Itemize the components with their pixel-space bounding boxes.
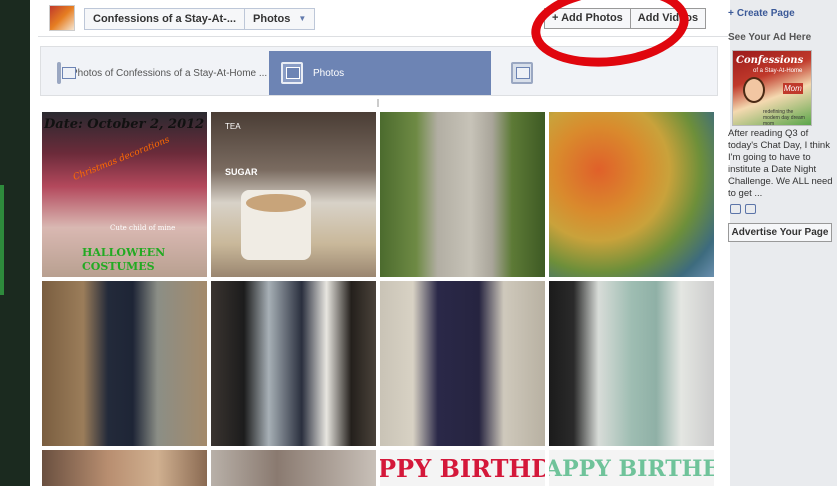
chevron-down-icon[interactable]: ▼ (298, 9, 314, 29)
photo-thumbnail[interactable]: Date: October 2, 2012 Christmas decorati… (42, 112, 207, 277)
photo-thumbnail[interactable]: SUGAR TEA (211, 112, 376, 277)
like-icon[interactable] (730, 204, 741, 214)
ad-image[interactable]: Confessions of a Stay-At-Home Mom redefi… (732, 50, 812, 126)
advertise-your-page-button[interactable]: Advertise Your Page (728, 223, 832, 242)
photo-thumbnail[interactable] (211, 281, 376, 446)
ad-image-subtitle: of a Stay-At-Home (753, 68, 803, 74)
tab-photos[interactable]: Photos (269, 51, 491, 95)
photo-annotation: Cute child of mine (110, 224, 176, 232)
plus-icon: + (728, 8, 734, 19)
ad-image-title: Confessions (736, 55, 804, 66)
photo-thumbnail[interactable] (549, 281, 714, 446)
comment-icon[interactable] (745, 204, 756, 214)
photo-thumbnail[interactable]: PPY BIRTHD (380, 450, 545, 486)
breadcrumb: Confessions of a Stay-At-... Photos ▼ (84, 8, 316, 30)
ad-image-tagline: redefining the modern day dream mom (763, 109, 805, 126)
photo-caption: PPY BIRTHD (380, 454, 545, 483)
tab-label: Photos (313, 67, 345, 79)
ad-image-mom: Mom (783, 83, 803, 94)
breadcrumb-page-title[interactable]: Confessions of a Stay-At-... (85, 9, 246, 29)
photo-thumbnail[interactable] (42, 281, 207, 446)
coffee-shape (246, 194, 306, 212)
tab-photos-of-page[interactable]: Photos of Confessions of a Stay-At-Home … (45, 51, 267, 95)
create-page-label: Create Page (736, 8, 795, 19)
photo-grid: Date: October 2, 2012 Christmas decorati… (42, 112, 716, 486)
photo-thumbnail[interactable] (380, 112, 545, 277)
breadcrumb-section[interactable]: Photos (245, 9, 298, 29)
photos-icon (281, 62, 303, 84)
album-icon (511, 62, 533, 84)
photo-thumbnail[interactable]: APPY BIRTHE (549, 450, 714, 486)
photos-icon (57, 62, 76, 84)
photo-caption: SUGAR (225, 167, 258, 177)
ad-body-text[interactable]: After reading Q3 of today's Chat Day, I … (728, 128, 836, 200)
photo-caption: TEA (225, 122, 241, 131)
photo-annotation: HALLOWEEN (82, 246, 166, 259)
green-edge-bar (0, 185, 4, 295)
tab-label: Photos of Confessions of a Stay-At-Home … (71, 67, 268, 79)
photo-annotation: Christmas decorations (71, 135, 172, 183)
main-content: Confessions of a Stay-At-... Photos ▼ + … (30, 0, 730, 486)
photo-caption: Date: October 2, 2012 (44, 117, 205, 132)
avatar (743, 77, 765, 103)
photo-thumbnail[interactable] (549, 112, 714, 277)
ad-heading: See Your Ad Here (728, 32, 812, 43)
photo-caption: APPY BIRTHE (549, 456, 714, 482)
tab-divider (377, 99, 379, 107)
page-profile-thumbnail[interactable] (49, 5, 75, 31)
left-edge-strip (0, 0, 30, 486)
ad-actions (730, 204, 756, 214)
photo-thumbnail[interactable] (211, 450, 376, 486)
right-sidebar: + Create Page See Your Ad Here Confession… (728, 0, 837, 486)
photo-thumbnail[interactable] (380, 281, 545, 446)
photo-annotation: COSTUMES (82, 260, 155, 273)
photo-thumbnail[interactable] (42, 450, 207, 486)
create-page-link[interactable]: + Create Page (728, 8, 795, 19)
